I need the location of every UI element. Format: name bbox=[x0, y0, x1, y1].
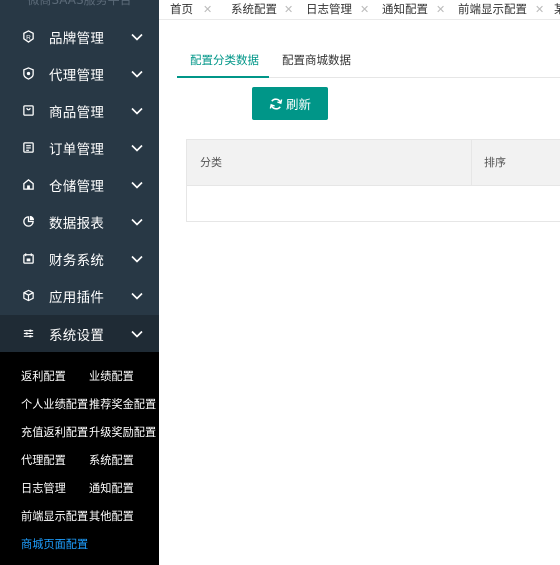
submenu-item-log-management[interactable]: 日志管理 bbox=[21, 480, 66, 496]
submenu-item-referral-bonus[interactable]: 推荐奖金配置 bbox=[89, 396, 156, 412]
active-tab-indicator bbox=[177, 76, 269, 78]
close-icon[interactable]: ✕ bbox=[284, 0, 293, 19]
sidebar-item-order[interactable]: 订单管理 bbox=[0, 129, 159, 166]
submenu-item-personal-performance[interactable]: 个人业绩配置 bbox=[21, 396, 88, 412]
report-icon bbox=[21, 215, 35, 229]
chevron-down-icon bbox=[131, 218, 143, 226]
plugin-icon bbox=[21, 289, 35, 303]
sidebar-item-label: 品牌管理 bbox=[49, 30, 105, 47]
submenu-item-performance[interactable]: 业绩配置 bbox=[89, 368, 134, 384]
refresh-icon bbox=[269, 97, 283, 110]
tab-log-management[interactable]: 日志管理 bbox=[306, 0, 352, 19]
chevron-down-icon bbox=[131, 181, 143, 189]
agent-icon bbox=[21, 67, 35, 81]
submenu-item-notification-config[interactable]: 通知配置 bbox=[89, 480, 134, 496]
submenu-item-other-config[interactable]: 其他配置 bbox=[89, 508, 134, 524]
submenu-item-agent-config[interactable]: 代理配置 bbox=[21, 452, 66, 468]
chevron-down-icon bbox=[131, 292, 143, 300]
tab-frontend-display[interactable]: 前端显示配置 bbox=[458, 0, 527, 19]
tab-mall-data[interactable]: 配置商城数据 bbox=[282, 52, 351, 68]
close-icon[interactable]: ✕ bbox=[360, 0, 369, 19]
submenu-item-upgrade-reward[interactable]: 升级奖励配置 bbox=[89, 424, 156, 440]
chevron-down-icon bbox=[131, 255, 143, 263]
product-icon bbox=[21, 104, 35, 118]
data-table: 分类 排序 bbox=[186, 139, 560, 222]
sidebar-item-plugin[interactable]: 应用插件 bbox=[0, 277, 159, 314]
sidebar-item-settings[interactable]: 系统设置 bbox=[0, 315, 159, 352]
tab-truncated[interactable]: 某 bbox=[554, 0, 560, 19]
sidebar-item-product[interactable]: 商品管理 bbox=[0, 92, 159, 129]
submenu-item-recharge-rebate[interactable]: 充值返利配置 bbox=[21, 424, 88, 440]
sidebar-item-label: 系统设置 bbox=[49, 327, 105, 344]
submenu-item-frontend-display[interactable]: 前端显示配置 bbox=[21, 508, 88, 524]
table-header: 分类 排序 bbox=[187, 140, 560, 186]
sidebar-item-finance[interactable]: 财务系统 bbox=[0, 240, 159, 277]
sidebar-item-label: 应用插件 bbox=[49, 289, 105, 306]
sidebar-item-brand[interactable]: R 品牌管理 bbox=[0, 18, 159, 55]
sidebar-item-label: 代理管理 bbox=[49, 67, 105, 84]
close-icon[interactable]: ✕ bbox=[535, 0, 544, 19]
tab-category-data[interactable]: 配置分类数据 bbox=[190, 52, 259, 68]
sidebar-item-agent[interactable]: 代理管理 bbox=[0, 55, 159, 92]
chevron-down-icon bbox=[131, 144, 143, 152]
sidebar-item-label: 数据报表 bbox=[49, 215, 105, 232]
app-title: 微商SAAS服务平台 bbox=[27, 0, 132, 7]
chevron-down-icon bbox=[131, 70, 143, 78]
tab-home[interactable]: 首页 bbox=[170, 0, 193, 19]
sidebar-item-label: 商品管理 bbox=[49, 104, 105, 121]
tab-bar: 首页 ✕ 系统配置 ✕ 日志管理 ✕ 通知配置 ✕ 前端显示配置 ✕ 某 bbox=[159, 0, 560, 20]
close-icon[interactable]: ✕ bbox=[436, 0, 445, 19]
settings-submenu: 返利配置 业绩配置 个人业绩配置 推荐奖金配置 充值返利配置 升级奖励配置 代理… bbox=[0, 352, 159, 565]
sidebar-item-label: 财务系统 bbox=[49, 252, 105, 269]
tab-system-config[interactable]: 系统配置 bbox=[231, 0, 277, 19]
warehouse-icon bbox=[21, 178, 35, 192]
settings-icon bbox=[21, 327, 35, 341]
tab-notification-config[interactable]: 通知配置 bbox=[382, 0, 428, 19]
submenu-item-rebate[interactable]: 返利配置 bbox=[21, 368, 66, 384]
sidebar-item-warehouse[interactable]: 仓储管理 bbox=[0, 166, 159, 203]
finance-icon bbox=[21, 252, 35, 266]
column-header-sort[interactable]: 排序 bbox=[484, 140, 506, 185]
chevron-down-icon bbox=[131, 330, 143, 338]
chevron-down-icon bbox=[131, 107, 143, 115]
sidebar-item-label: 订单管理 bbox=[49, 141, 105, 158]
refresh-button[interactable]: 刷新 bbox=[252, 87, 328, 120]
sidebar-item-report[interactable]: 数据报表 bbox=[0, 203, 159, 240]
sidebar: 微商SAAS服务平台 R 品牌管理 代理管理 商品管理 订单管理 仓储管理 数据… bbox=[0, 0, 159, 565]
close-icon[interactable]: ✕ bbox=[203, 0, 212, 19]
submenu-item-system-config[interactable]: 系统配置 bbox=[89, 452, 134, 468]
svg-text:R: R bbox=[26, 34, 31, 41]
main-content: 配置分类数据 配置商城数据 刷新 分类 排序 bbox=[159, 20, 560, 565]
chevron-down-icon bbox=[131, 33, 143, 41]
column-divider bbox=[471, 140, 472, 185]
brand-icon: R bbox=[21, 30, 35, 44]
column-header-category[interactable]: 分类 bbox=[200, 140, 222, 185]
sidebar-item-label: 仓储管理 bbox=[49, 178, 105, 195]
submenu-item-mall-page[interactable]: 商城页面配置 bbox=[21, 536, 88, 552]
order-icon bbox=[21, 141, 35, 155]
table-body-empty bbox=[187, 186, 560, 221]
refresh-button-label: 刷新 bbox=[285, 97, 311, 112]
